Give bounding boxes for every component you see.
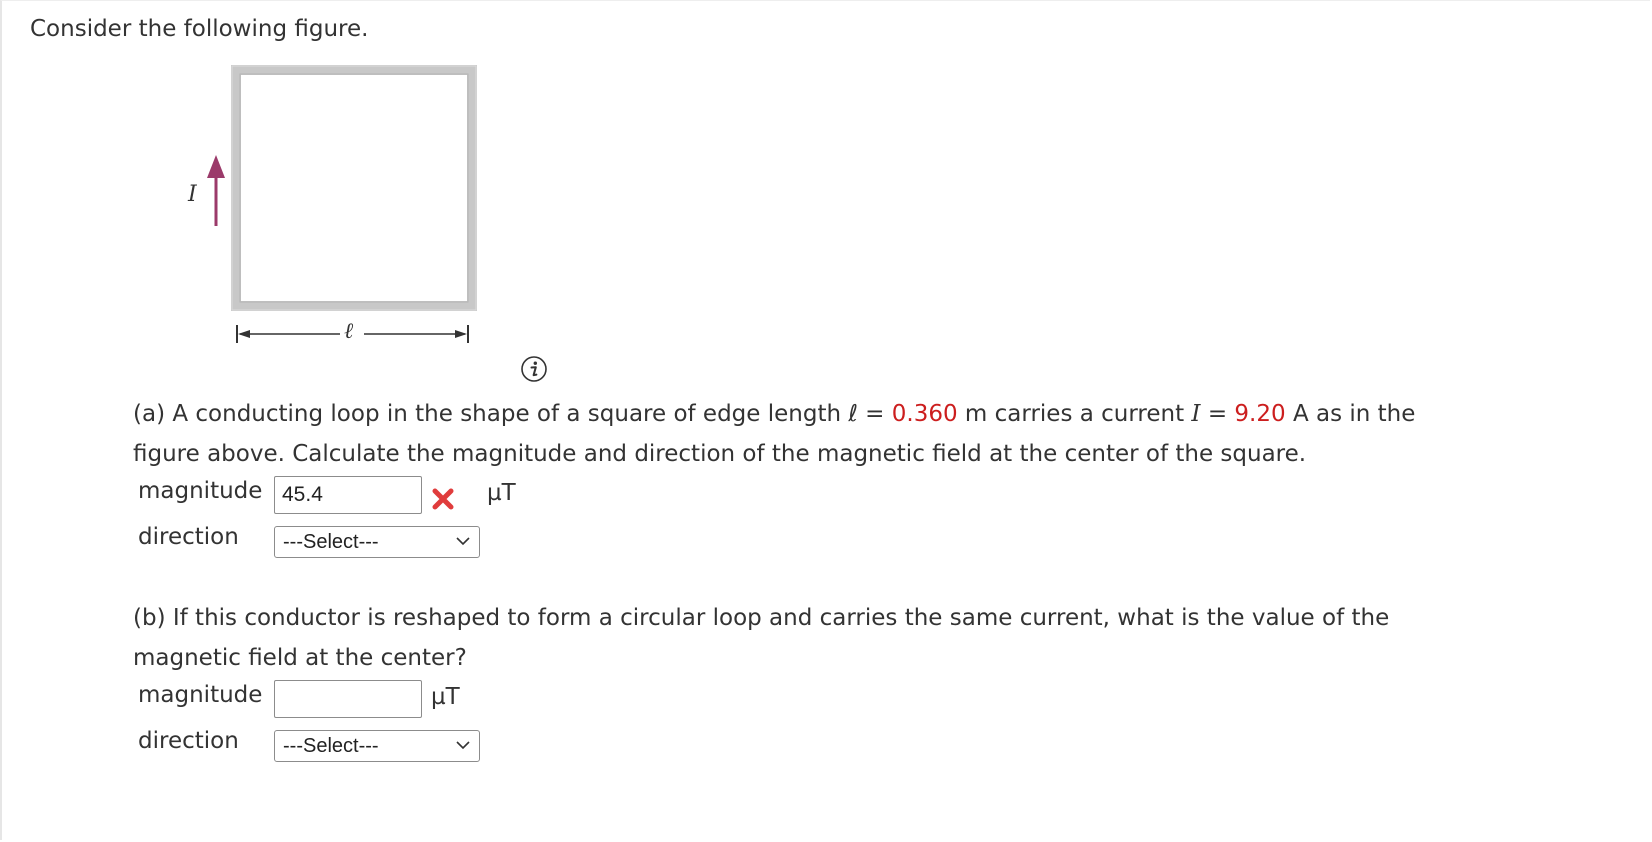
part-b-question: (b) If this conductor is reshaped to for… [133,605,1390,671]
part-a-unit: µT [487,480,516,506]
intro-text: Consider the following figure. [30,16,369,42]
chevron-down-icon [456,741,470,750]
part-b-direction-select[interactable]: ---Select--- [274,730,480,762]
length-label: ℓ [344,319,354,344]
current-label: I [188,182,197,207]
current-value: 9.20 [1234,401,1286,427]
part-b-direction-row: direction [138,728,239,754]
info-icon[interactable] [520,355,548,383]
magnitude-label: magnitude [138,478,263,504]
part-a-direction-select[interactable]: ---Select--- [274,526,480,558]
select-value: ---Select--- [283,735,379,757]
part-a-magnitude-input[interactable]: 45.4 [274,476,422,514]
part-b-unit: µT [431,684,460,710]
current-symbol: I [1191,401,1201,427]
square-loop [231,65,477,311]
x-mark-icon [432,488,454,510]
part-b-magnitude-row: magnitude [138,682,262,708]
current-arrow-icon [207,155,225,226]
chevron-down-icon [456,537,470,546]
magnitude-label: magnitude [138,682,263,708]
square-loop-figure: I ℓ [170,60,510,364]
direction-label: direction [138,728,239,754]
length-value: 0.360 [891,401,958,427]
part-a-magnitude-row: magnitude [138,478,262,504]
direction-label: direction [138,524,239,550]
select-value: ---Select--- [283,531,379,553]
part-a-direction-row: direction [138,524,239,550]
part-a-question: (a) A conducting loop in the shape of a … [133,401,1416,467]
part-b-magnitude-input[interactable] [274,680,422,718]
